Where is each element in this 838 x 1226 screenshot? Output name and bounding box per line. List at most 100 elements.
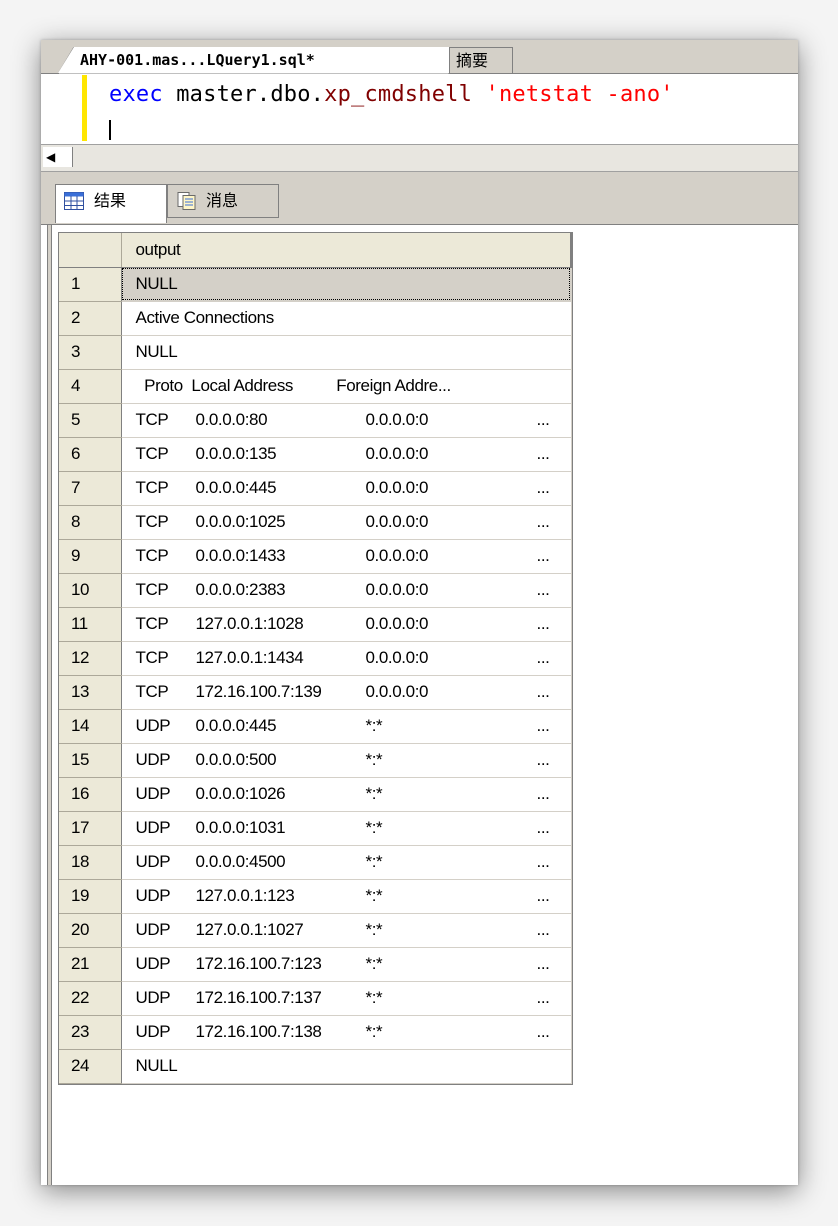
table-row[interactable]: 21 UDP 172.16.100.7:123 *:*... bbox=[59, 947, 572, 982]
output-cell[interactable]: NULL bbox=[121, 335, 572, 370]
editor-horizontal-scrollbar[interactable]: ◀ bbox=[41, 144, 798, 172]
row-number-cell[interactable]: 10 bbox=[59, 573, 122, 608]
output-text: NULL bbox=[135, 1056, 178, 1075]
output-cell[interactable]: Proto Local Address Foreign Addre... bbox=[121, 369, 572, 404]
truncated-ellipsis: ... bbox=[536, 988, 550, 1007]
table-row[interactable]: 8 TCP 0.0.0.0:1025 0.0.0.0:0... bbox=[59, 505, 572, 540]
output-cell[interactable]: UDP 172.16.100.7:123 *:*... bbox=[121, 947, 572, 982]
query-editor[interactable]: exec master.dbo.xp_cmdshell 'netstat -an… bbox=[41, 74, 798, 144]
output-cell[interactable]: TCP 127.0.0.1:1028 0.0.0.0:0... bbox=[121, 607, 572, 642]
tab-query-file[interactable]: AHY-001.mas...LQuery1.sql* bbox=[58, 47, 450, 73]
truncated-ellipsis: ... bbox=[536, 444, 550, 463]
table-row[interactable]: 12 TCP 127.0.0.1:1434 0.0.0.0:0... bbox=[59, 641, 572, 676]
output-cell[interactable]: TCP 172.16.100.7:139 0.0.0.0:0... bbox=[121, 675, 572, 710]
row-number-cell[interactable]: 21 bbox=[59, 947, 122, 982]
row-number-cell[interactable]: 4 bbox=[59, 369, 122, 404]
row-number-cell[interactable]: 3 bbox=[59, 335, 122, 370]
table-row[interactable]: 7 TCP 0.0.0.0:445 0.0.0.0:0... bbox=[59, 471, 572, 506]
grid-icon bbox=[64, 192, 84, 210]
results-grid-area: output 1 NULL 2 Active Connections 3 NULL 4 Pr… bbox=[41, 225, 798, 1185]
table-row[interactable]: 9 TCP 0.0.0.0:1433 0.0.0.0:0... bbox=[59, 539, 572, 574]
local-address-text: 127.0.0.1:123 bbox=[195, 886, 295, 905]
row-number-cell[interactable]: 5 bbox=[59, 403, 122, 438]
table-row[interactable]: 6 TCP 0.0.0.0:135 0.0.0.0:0... bbox=[59, 437, 572, 472]
output-cell[interactable]: TCP 0.0.0.0:2383 0.0.0.0:0... bbox=[121, 573, 572, 608]
table-row[interactable]: 24 NULL bbox=[59, 1049, 572, 1084]
row-number-cell[interactable]: 17 bbox=[59, 811, 122, 846]
table-row[interactable]: 18 UDP 0.0.0.0:4500 *:*... bbox=[59, 845, 572, 880]
output-cell[interactable]: UDP 0.0.0.0:1026 *:*... bbox=[121, 777, 572, 812]
table-row[interactable]: 3 NULL bbox=[59, 335, 572, 370]
table-row[interactable]: 10 TCP 0.0.0.0:2383 0.0.0.0:0... bbox=[59, 573, 572, 608]
row-number-cell[interactable]: 2 bbox=[59, 301, 122, 336]
output-cell[interactable]: TCP 0.0.0.0:80 0.0.0.0:0... bbox=[121, 403, 572, 438]
tab-summary[interactable]: 摘要 bbox=[449, 47, 513, 73]
output-cell[interactable]: UDP 0.0.0.0:1031 *:*... bbox=[121, 811, 572, 846]
table-row[interactable]: 13 TCP 172.16.100.7:139 0.0.0.0:0... bbox=[59, 675, 572, 710]
row-number-cell[interactable]: 12 bbox=[59, 641, 122, 676]
table-row[interactable]: 19 UDP 127.0.0.1:123 *:*... bbox=[59, 879, 572, 914]
output-cell[interactable]: TCP 127.0.0.1:1434 0.0.0.0:0... bbox=[121, 641, 572, 676]
row-number-cell[interactable]: 20 bbox=[59, 913, 122, 948]
output-cell[interactable]: TCP 0.0.0.0:135 0.0.0.0:0... bbox=[121, 437, 572, 472]
table-row[interactable]: 4 Proto Local Address Foreign Addre... bbox=[59, 369, 572, 404]
foreign-address-text: *:* bbox=[365, 852, 383, 871]
output-cell[interactable]: UDP 0.0.0.0:4500 *:*... bbox=[121, 845, 572, 880]
row-number-cell[interactable]: 9 bbox=[59, 539, 122, 574]
output-cell[interactable]: UDP 127.0.0.1:1027 *:*... bbox=[121, 913, 572, 948]
proto-text: TCP bbox=[135, 444, 169, 463]
grid-corner-cell[interactable] bbox=[59, 233, 122, 268]
row-number-cell[interactable]: 24 bbox=[59, 1049, 122, 1084]
scroll-left-arrow-icon[interactable]: ◀ bbox=[43, 147, 73, 167]
row-number-cell[interactable]: 15 bbox=[59, 743, 122, 778]
foreign-address-text: *:* bbox=[365, 1022, 383, 1041]
output-cell[interactable]: UDP 127.0.0.1:123 *:*... bbox=[121, 879, 572, 914]
table-row[interactable]: 11 TCP 127.0.0.1:1028 0.0.0.0:0... bbox=[59, 607, 572, 642]
row-number-cell[interactable]: 23 bbox=[59, 1015, 122, 1050]
row-number-cell[interactable]: 22 bbox=[59, 981, 122, 1016]
table-row[interactable]: 1 NULL bbox=[59, 267, 572, 302]
output-cell[interactable]: UDP 172.16.100.7:137 *:*... bbox=[121, 981, 572, 1016]
output-cell[interactable]: Active Connections bbox=[121, 301, 572, 336]
row-number-cell[interactable]: 11 bbox=[59, 607, 122, 642]
output-cell[interactable]: TCP 0.0.0.0:1025 0.0.0.0:0... bbox=[121, 505, 572, 540]
table-row[interactable]: 5 TCP 0.0.0.0:80 0.0.0.0:0... bbox=[59, 403, 572, 438]
output-cell[interactable]: UDP 0.0.0.0:500 *:*... bbox=[121, 743, 572, 778]
table-row[interactable]: 16 UDP 0.0.0.0:1026 *:*... bbox=[59, 777, 572, 812]
output-text: Active Connections bbox=[135, 308, 275, 327]
row-number-cell[interactable]: 18 bbox=[59, 845, 122, 880]
row-number-cell[interactable]: 8 bbox=[59, 505, 122, 540]
row-number-cell[interactable]: 16 bbox=[59, 777, 122, 812]
truncated-ellipsis: ... bbox=[536, 886, 550, 905]
output-cell[interactable]: NULL bbox=[121, 267, 572, 302]
row-number-cell[interactable]: 13 bbox=[59, 675, 122, 710]
tab-results-label: 结果 bbox=[94, 191, 127, 210]
tab-results[interactable]: 结果 bbox=[55, 184, 167, 223]
proto-text: TCP bbox=[135, 410, 169, 429]
row-number-cell[interactable]: 14 bbox=[59, 709, 122, 744]
row-number-cell[interactable]: 19 bbox=[59, 879, 122, 914]
column-header-output[interactable]: output bbox=[121, 233, 572, 268]
row-number-cell[interactable]: 6 bbox=[59, 437, 122, 472]
output-cell[interactable]: UDP 172.16.100.7:138 *:*... bbox=[121, 1015, 572, 1050]
output-cell[interactable]: TCP 0.0.0.0:445 0.0.0.0:0... bbox=[121, 471, 572, 506]
output-cell[interactable]: UDP 0.0.0.0:445 *:*... bbox=[121, 709, 572, 744]
tab-messages[interactable]: 消息 bbox=[167, 184, 279, 218]
table-row[interactable]: 23 UDP 172.16.100.7:138 *:*... bbox=[59, 1015, 572, 1050]
output-cell[interactable]: NULL bbox=[121, 1049, 572, 1084]
tab-query-file-label: AHY-001.mas...LQuery1.sql* bbox=[80, 51, 315, 69]
table-row[interactable]: 14 UDP 0.0.0.0:445 *:*... bbox=[59, 709, 572, 744]
table-row[interactable]: 20 UDP 127.0.0.1:1027 *:*... bbox=[59, 913, 572, 948]
table-row[interactable]: 17 UDP 0.0.0.0:1031 *:*... bbox=[59, 811, 572, 846]
row-number-cell[interactable]: 1 bbox=[59, 267, 122, 302]
local-address-text: 0.0.0.0:1031 bbox=[195, 818, 286, 837]
row-number-cell[interactable]: 7 bbox=[59, 471, 122, 506]
output-text: Proto Local Address Foreign Addre... bbox=[135, 376, 451, 395]
table-row[interactable]: 22 UDP 172.16.100.7:137 *:*... bbox=[59, 981, 572, 1016]
results-grid[interactable]: output 1 NULL 2 Active Connections 3 NULL 4 Pr… bbox=[58, 232, 573, 1085]
proto-text: UDP bbox=[135, 1022, 171, 1041]
output-cell[interactable]: TCP 0.0.0.0:1433 0.0.0.0:0... bbox=[121, 539, 572, 574]
truncated-ellipsis: ... bbox=[536, 614, 550, 633]
table-row[interactable]: 2 Active Connections bbox=[59, 301, 572, 336]
table-row[interactable]: 15 UDP 0.0.0.0:500 *:*... bbox=[59, 743, 572, 778]
